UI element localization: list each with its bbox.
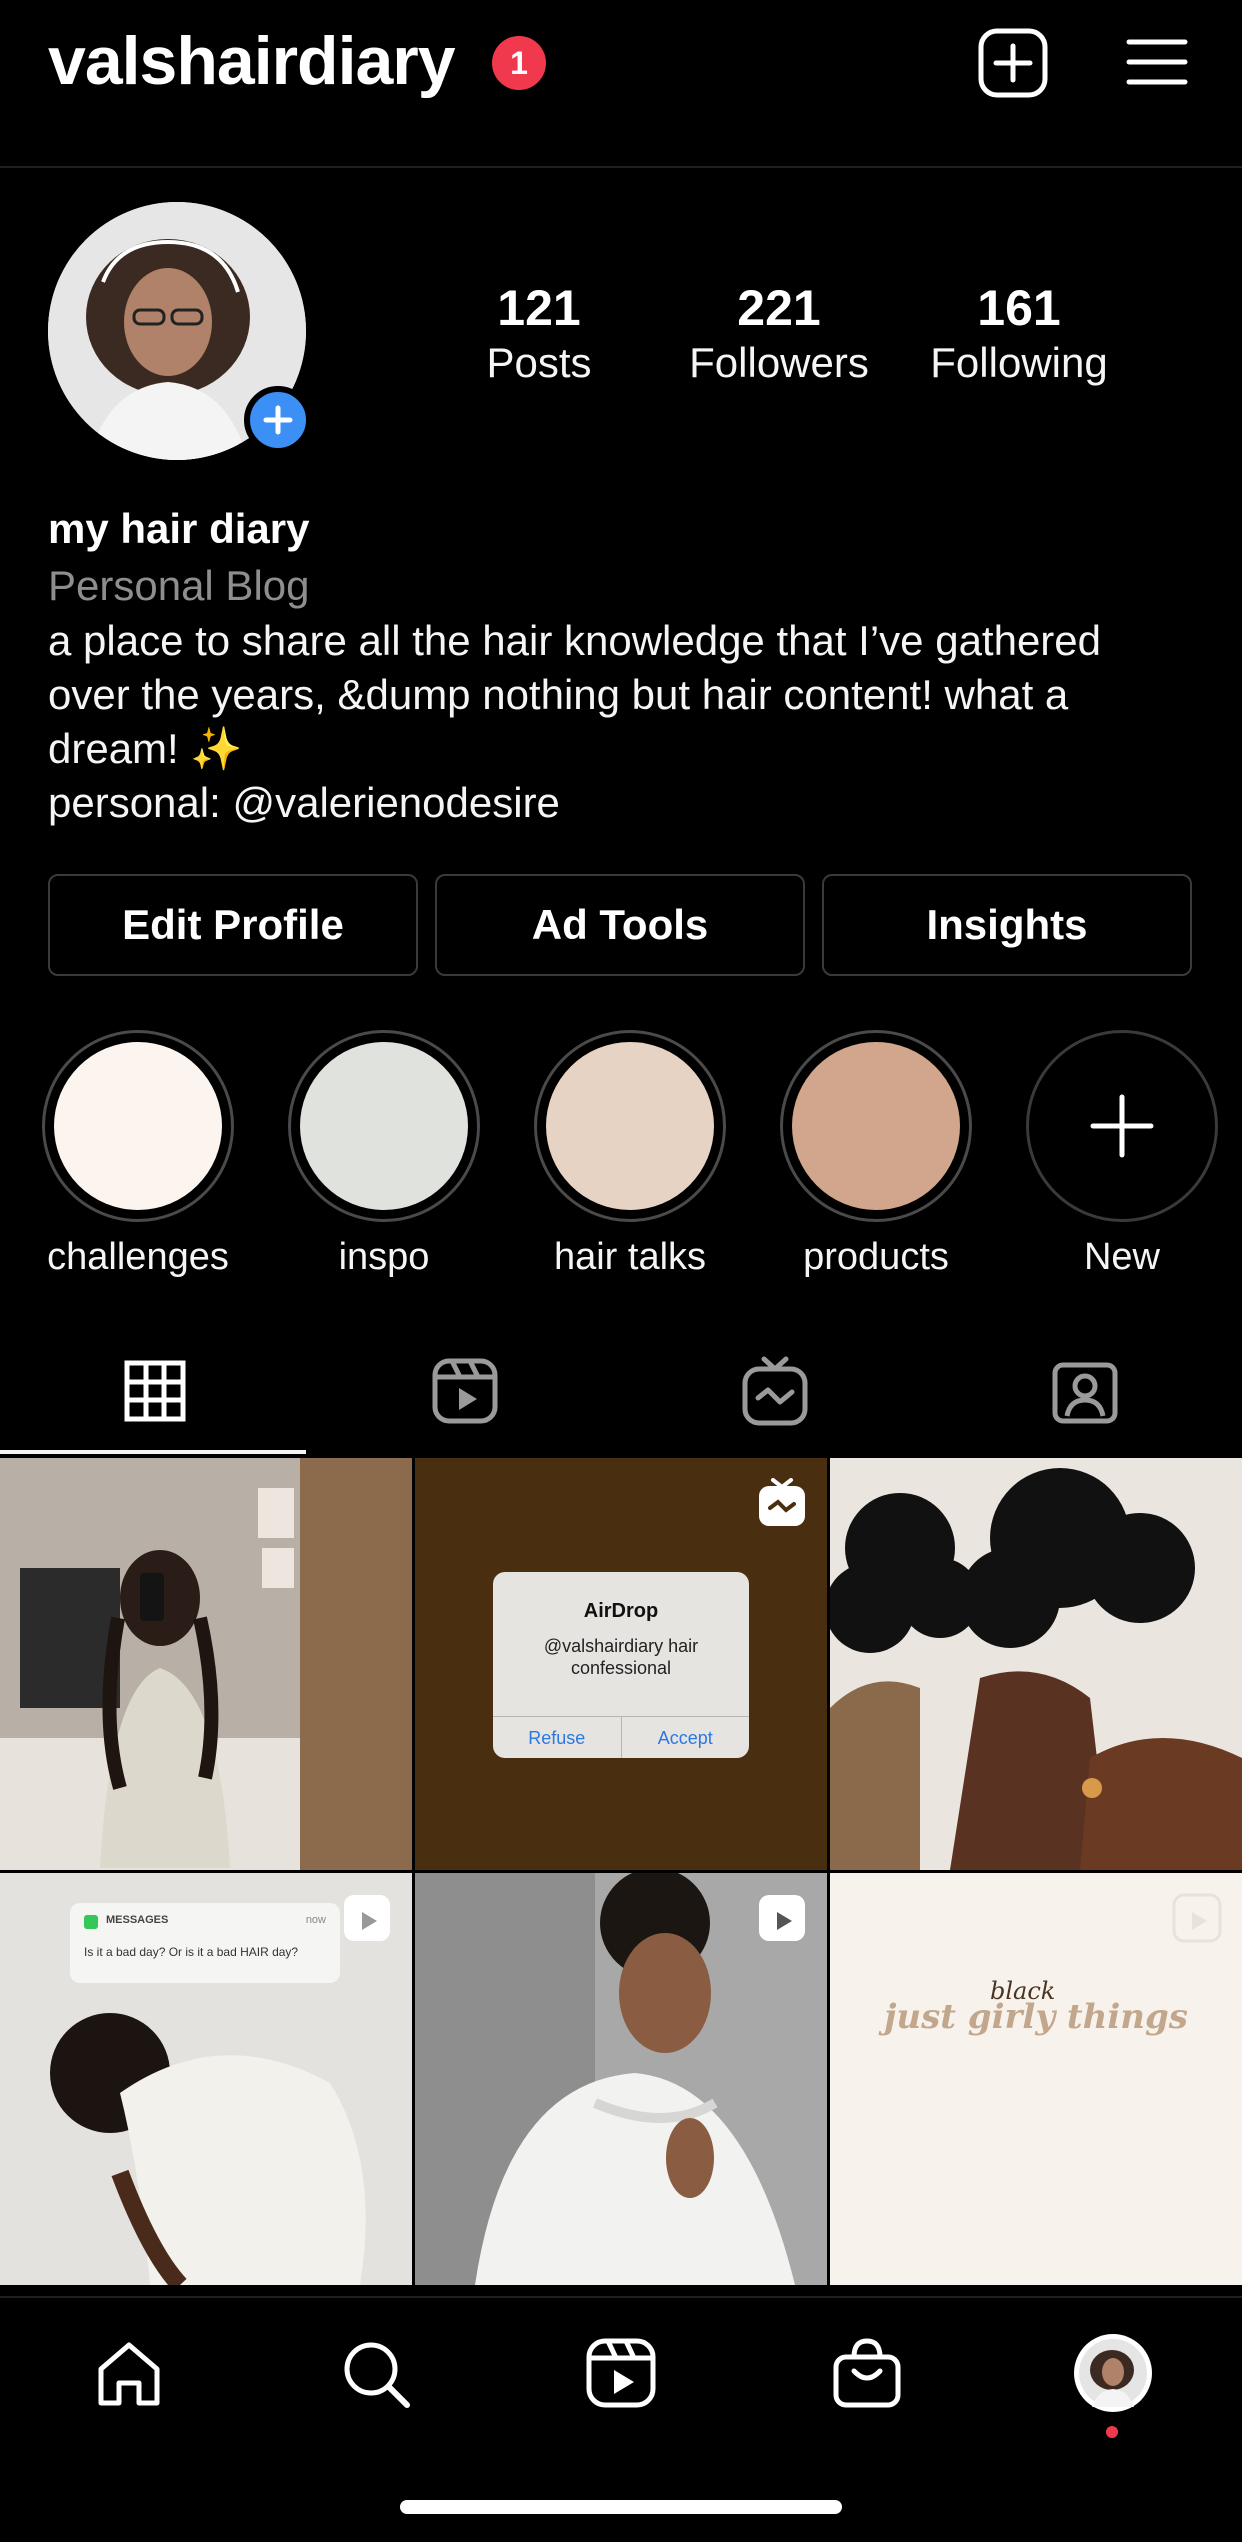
highlight-challenges[interactable]: challenges <box>42 1030 234 1279</box>
new-highlight-ring <box>1026 1030 1218 1222</box>
airdrop-accept: Accept <box>657 1728 713 1748</box>
nav-profile[interactable] <box>1068 2328 1158 2418</box>
highlight-new[interactable]: New <box>1026 1030 1218 1279</box>
highlight-ring <box>288 1030 480 1222</box>
posts-stat[interactable]: 121 Posts <box>434 278 644 388</box>
followers-stat[interactable]: 221 Followers <box>674 278 884 388</box>
search-icon <box>344 2342 410 2408</box>
plus-square-icon <box>978 28 1048 98</box>
bio-category: Personal Blog <box>48 562 310 609</box>
airdrop-dialog: AirDrop @valshairdiary hair confessional… <box>493 1572 749 1758</box>
highlight-cover <box>300 1042 468 1210</box>
add-story-button[interactable] <box>244 386 312 454</box>
reels-badge-icon <box>1172 1893 1222 1943</box>
tab-grid[interactable] <box>0 1326 310 1456</box>
profile-tabs <box>0 1326 1242 1456</box>
igtv-badge-icon <box>759 1478 805 1526</box>
highlight-hair-talks[interactable]: hair talks <box>534 1030 726 1279</box>
post-thumbnail[interactable] <box>415 1873 827 2285</box>
profile-activity-dot <box>1106 2426 1118 2438</box>
profile-username[interactable]: valshairdiary <box>48 22 456 100</box>
highlight-label: New <box>1083 1236 1161 1278</box>
post-thumbnail[interactable]: MESSAGES now Is it a bad day? Or is it a… <box>0 1873 412 2285</box>
followers-count: 221 <box>737 280 821 336</box>
igtv-icon <box>742 1356 808 1426</box>
tab-tagged[interactable] <box>930 1326 1240 1456</box>
highlight-cover <box>546 1042 714 1210</box>
nav-shop[interactable] <box>822 2328 912 2418</box>
profile-avatar-icon <box>1074 2334 1152 2412</box>
posts-label: Posts <box>486 339 592 386</box>
nav-home[interactable] <box>84 2328 174 2418</box>
highlight-products[interactable]: products <box>780 1030 972 1279</box>
create-post-button[interactable] <box>978 28 1048 98</box>
tagged-icon <box>1052 1362 1118 1424</box>
post-thumbnail[interactable] <box>0 1458 412 1870</box>
following-stat[interactable]: 161 Following <box>914 278 1124 388</box>
highlight-ring <box>42 1030 234 1222</box>
reels-icon <box>586 2338 656 2408</box>
following-count: 161 <box>977 280 1061 336</box>
highlight-ring <box>780 1030 972 1222</box>
messages-app-icon <box>84 1915 98 1929</box>
reels-icon <box>432 1358 498 1424</box>
bio-name: my hair diary <box>48 505 310 552</box>
message-notification: MESSAGES now Is it a bad day? Or is it a… <box>70 1903 340 1983</box>
grid-icon <box>124 1360 186 1422</box>
tab-igtv[interactable] <box>620 1326 930 1456</box>
notification-text: Is it a bad day? Or is it a bad HAIR day… <box>84 1945 299 1959</box>
post-thumbnail[interactable]: black just girly things <box>830 1873 1242 2285</box>
tab-reels[interactable] <box>310 1326 620 1456</box>
notification-app-name: MESSAGES <box>106 1914 169 1926</box>
home-indicator[interactable] <box>400 2500 842 2514</box>
plus-icon <box>263 405 293 435</box>
bio-line: dream! ✨ <box>48 725 243 772</box>
girly-headline: just girly things <box>884 1997 1188 2037</box>
airdrop-title: AirDrop <box>583 1600 659 1622</box>
highlight-label: hair talks <box>553 1236 707 1278</box>
edit-profile-button[interactable]: Edit Profile <box>48 874 418 976</box>
shop-icon <box>833 2338 901 2408</box>
menu-button[interactable] <box>1126 36 1188 88</box>
reels-badge-icon <box>344 1895 390 1941</box>
notification-badge[interactable]: 1 <box>492 36 546 90</box>
hamburger-menu-icon <box>1126 39 1188 85</box>
bio-line: a place to share all the hair knowledge … <box>48 617 1102 664</box>
insights-button[interactable]: Insights <box>822 874 1192 976</box>
highlight-label: products <box>803 1236 949 1278</box>
highlight-cover <box>54 1042 222 1210</box>
bio-personal-link[interactable]: personal: @valerienodesire <box>48 776 1208 830</box>
highlight-ring <box>534 1030 726 1222</box>
posts-grid: AirDrop @valshairdiary hair confessional… <box>0 1458 1242 2290</box>
highlight-label: challenges <box>47 1236 229 1278</box>
following-label: Following <box>930 339 1108 386</box>
reels-badge-icon <box>759 1895 805 1941</box>
post-image <box>830 1458 1242 1870</box>
highlight-inspo[interactable]: inspo <box>288 1030 480 1279</box>
nav-reels[interactable] <box>576 2328 666 2418</box>
followers-label: Followers <box>689 339 869 386</box>
home-icon <box>98 2342 160 2406</box>
notification-time: now <box>305 1914 326 1926</box>
airdrop-refuse: Refuse <box>493 1717 622 1758</box>
plus-icon <box>1090 1094 1154 1158</box>
post-thumbnail[interactable]: AirDrop @valshairdiary hair confessional… <box>415 1458 827 1870</box>
airdrop-body: @valshairdiary hair confessional <box>543 1636 699 1678</box>
posts-count: 121 <box>497 280 581 336</box>
bio-line: over the years, &dump nothing but hair c… <box>48 671 1069 718</box>
top-bar: valshairdiary 1 <box>0 0 1242 168</box>
highlight-label: inspo <box>338 1236 430 1278</box>
post-thumbnail[interactable] <box>830 1458 1242 1870</box>
active-tab-indicator <box>0 1450 306 1454</box>
highlight-cover <box>792 1042 960 1210</box>
nav-search[interactable] <box>330 2328 420 2418</box>
post-image <box>0 1458 412 1870</box>
profile-bio: my hair diary Personal Blog a place to s… <box>48 500 1208 830</box>
ad-tools-button[interactable]: Ad Tools <box>435 874 805 976</box>
